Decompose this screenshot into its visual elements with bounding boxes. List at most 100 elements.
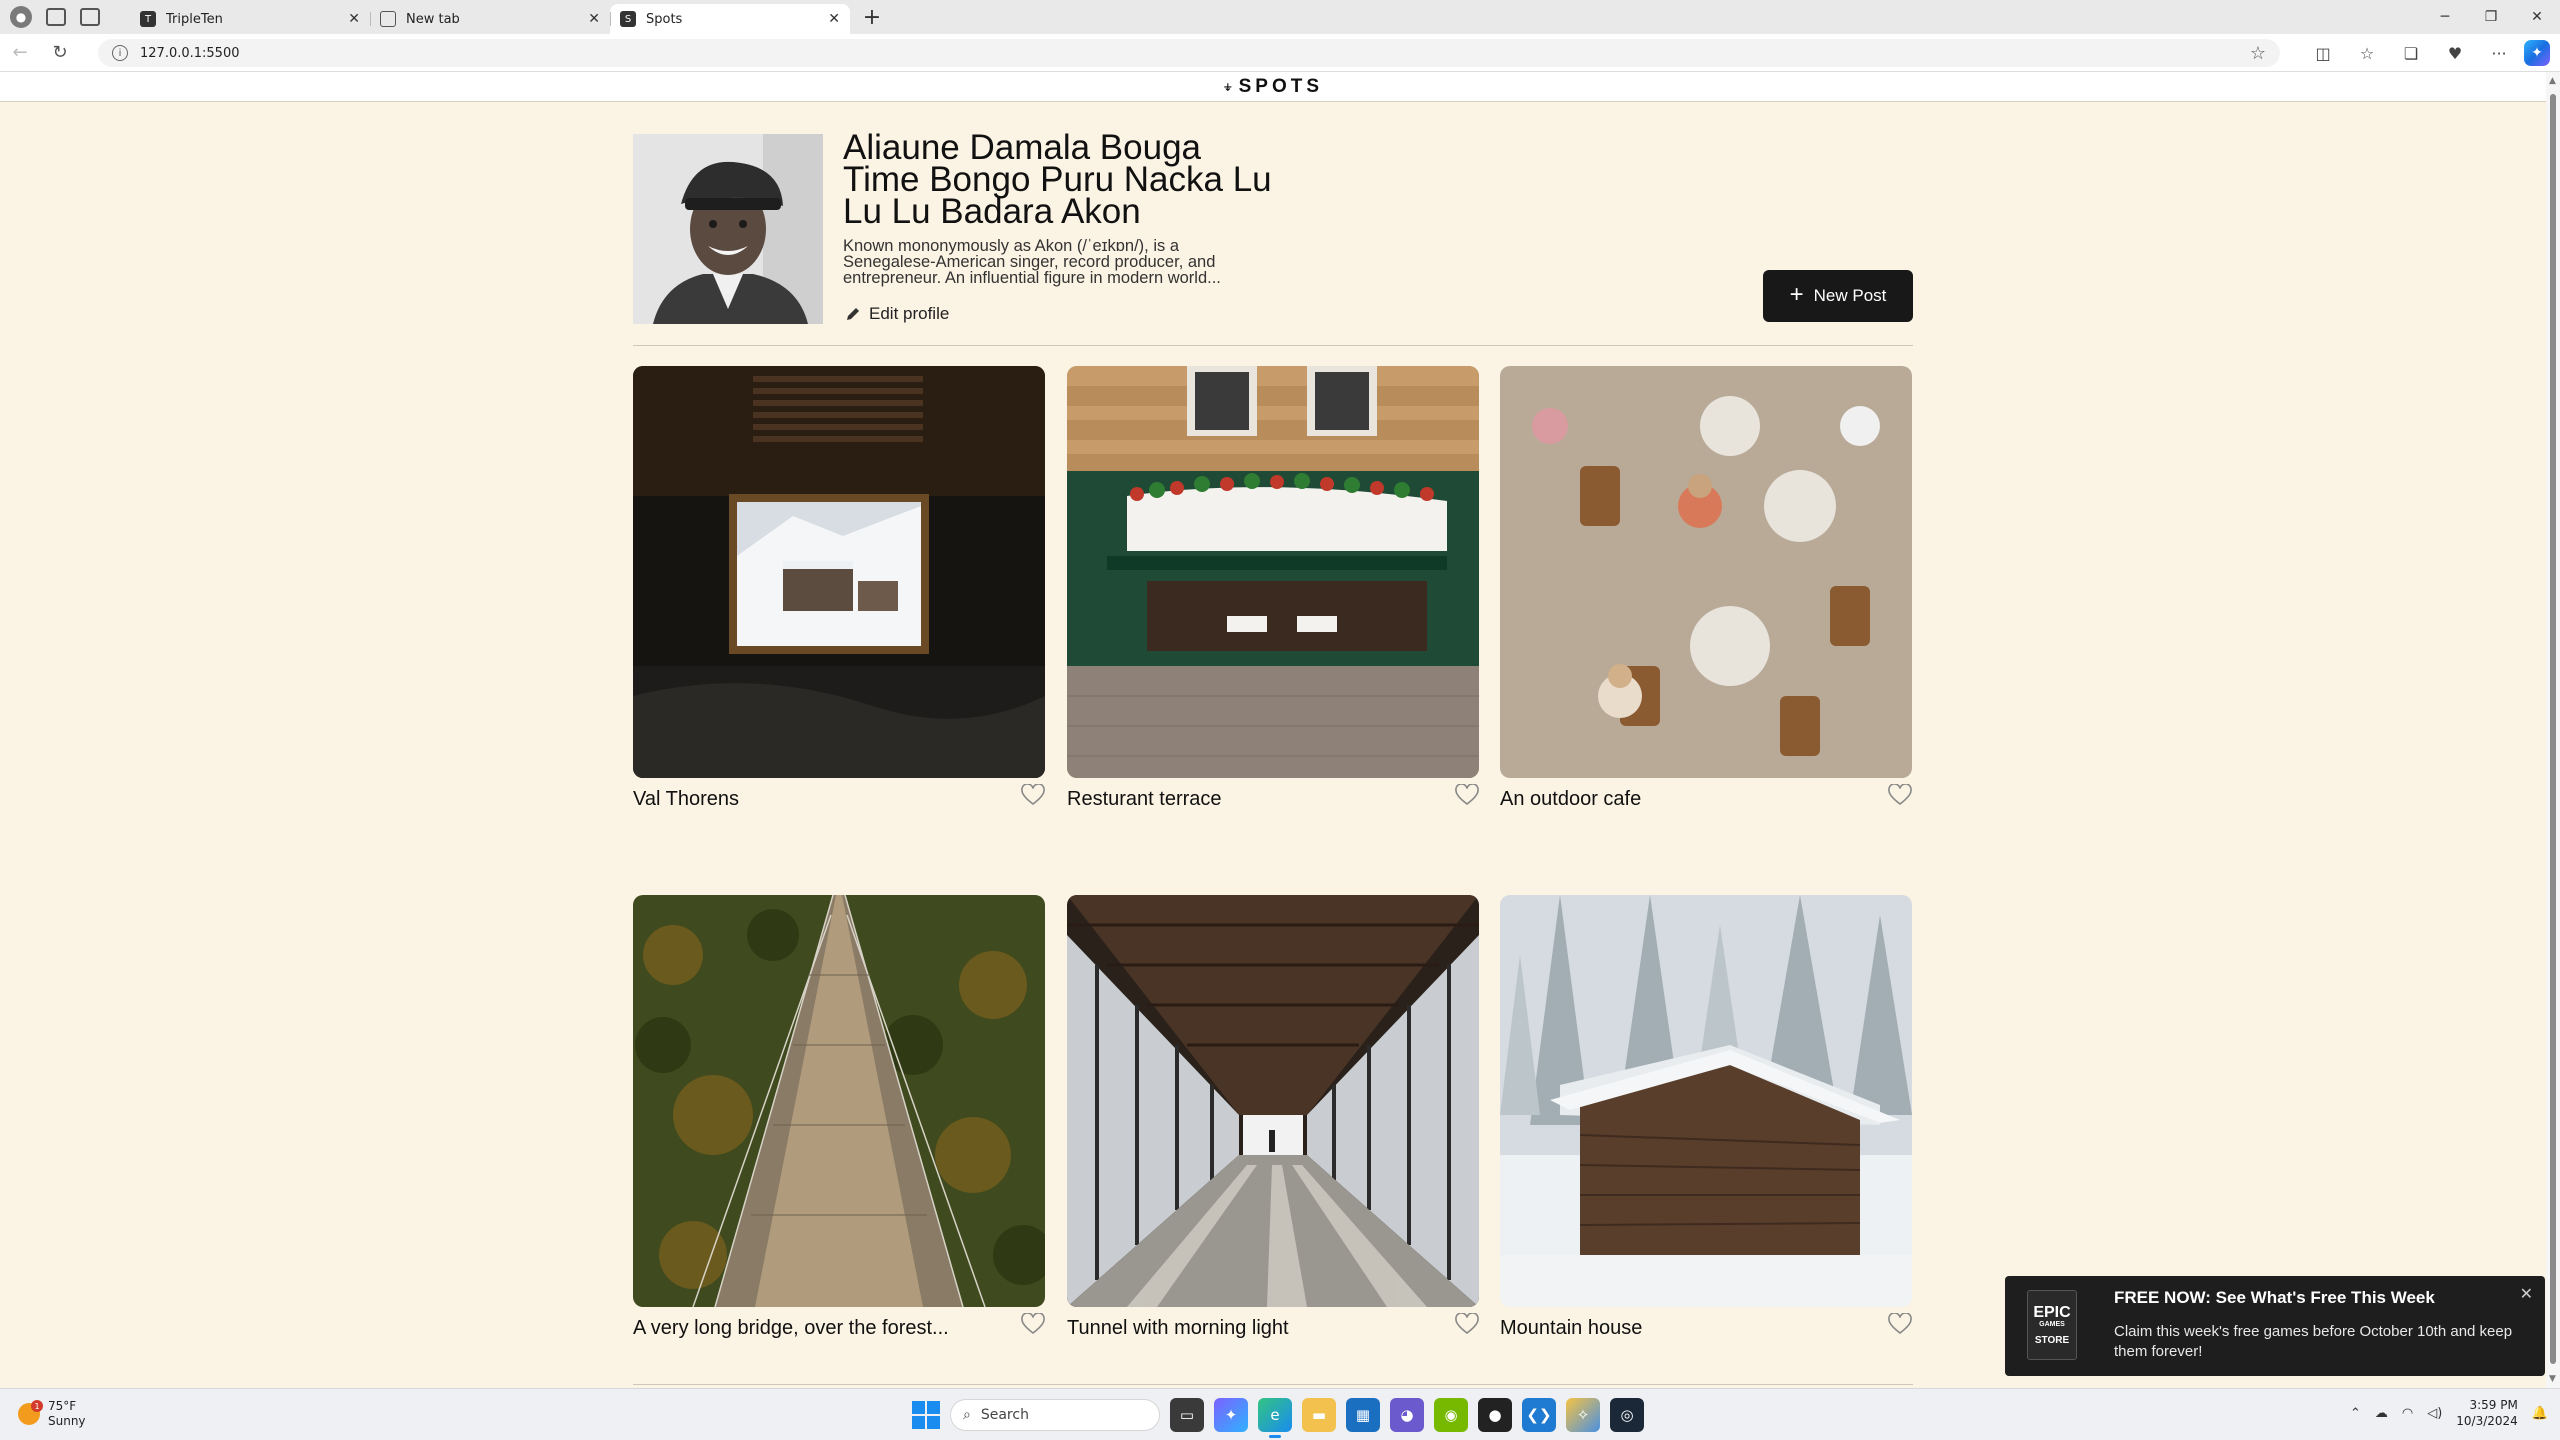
card: Tunnel with morning light [1067, 895, 1479, 1353]
collections-icon[interactable]: ❏ [2392, 38, 2430, 68]
pencil-icon [847, 308, 859, 320]
vscode-icon[interactable]: ❮❯ [1522, 1398, 1556, 1432]
spots-logo[interactable]: ⍖ SPOTS [1223, 76, 1323, 98]
notification-body: Claim this week's free games before Octo… [2114, 1323, 2513, 1360]
notification-close-icon[interactable]: ✕ [2520, 1284, 2533, 1303]
taskbar-search[interactable]: ⌕ Search [950, 1399, 1160, 1431]
copilot-icon[interactable]: ✦ [2524, 40, 2550, 66]
notifications-bell-icon[interactable]: 🔔 [2532, 1406, 2548, 1421]
scroll-up-icon[interactable]: ▲ [2549, 76, 2556, 86]
onedrive-icon[interactable]: ☁ [2375, 1406, 2388, 1421]
obs-icon[interactable]: ● [1478, 1398, 1512, 1432]
card-title: Tunnel with morning light [1067, 1317, 1289, 1339]
logo-glyph-icon: ⍖ [1222, 78, 1237, 96]
tab-title: TripleTen [166, 11, 223, 27]
edit-profile-label: Edit profile [869, 304, 950, 323]
split-screen-icon[interactable]: ◫ [2304, 38, 2342, 68]
like-heart-icon[interactable] [1021, 1313, 1045, 1335]
scroll-down-icon[interactable]: ▼ [2549, 1374, 2556, 1384]
tray-chevron-icon[interactable]: ⌃ [2350, 1406, 2361, 1421]
spots-favicon-icon: S [620, 11, 636, 27]
new-tab-button[interactable]: + [856, 3, 888, 31]
new-post-button[interactable]: + New Post [1763, 270, 1913, 322]
edge-browser-icon[interactable]: e [1258, 1398, 1292, 1438]
tab-spots[interactable]: S Spots ✕ [610, 4, 850, 34]
page-scrollbar[interactable]: ▲ ▼ [2546, 72, 2560, 1388]
profile-avatar [633, 134, 823, 324]
card: An outdoor cafe [1500, 366, 1912, 824]
file-explorer-icon[interactable]: ▬ [1302, 1398, 1336, 1432]
tab-actions-icon[interactable] [80, 8, 100, 26]
url-text[interactable]: 127.0.0.1:5500 [140, 46, 2250, 61]
clock[interactable]: 3:59 PM 10/3/2024 [2456, 1397, 2518, 1429]
tab-tripleten[interactable]: T TripleTen ✕ [130, 4, 370, 34]
site-info-icon[interactable]: i [112, 45, 128, 61]
system-tray: ⌃ ☁ ◠ ◁) 3:59 PM 10/3/2024 🔔 [2350, 1397, 2548, 1429]
epic-games-logo: EPIC GAMES STORE [2027, 1290, 2077, 1360]
address-bar[interactable]: i 127.0.0.1:5500 ☆ [98, 39, 2280, 67]
tab-close-icon[interactable]: ✕ [588, 11, 600, 27]
close-window-icon[interactable]: ✕ [2514, 0, 2560, 34]
taskbar-search-label: Search [980, 1407, 1029, 1423]
favorites-icon[interactable]: ☆ [2348, 38, 2386, 68]
volume-icon[interactable]: ◁) [2427, 1406, 2442, 1421]
tab-new-tab[interactable]: New tab ✕ [370, 4, 610, 34]
profile-name: Aliaune Damala Bouga Time Bongo Puru Nac… [843, 128, 1272, 231]
like-heart-icon[interactable] [1021, 784, 1045, 806]
back-arrow-icon[interactable]: ← [0, 34, 40, 72]
scrollbar-thumb[interactable] [2550, 94, 2556, 1364]
page-favicon-icon [380, 11, 396, 27]
browser-essentials-icon[interactable]: ♥ [2436, 38, 2474, 68]
reload-icon[interactable]: ↻ [40, 34, 80, 72]
tab-title: New tab [406, 11, 460, 27]
plus-icon: + [1789, 280, 1804, 308]
epic-logo-line2: GAMES [2039, 1320, 2065, 1328]
workspaces-icon[interactable] [46, 8, 66, 26]
favorite-star-icon[interactable]: ☆ [2250, 43, 2266, 64]
card-image[interactable] [1500, 895, 1912, 1307]
tabstrip-left-icons: ● [0, 6, 130, 28]
browser-tabstrip: ● T TripleTen ✕ New tab ✕ S Spots ✕ + ─ … [0, 0, 2560, 34]
card-image[interactable] [633, 366, 1045, 778]
card-title: Val Thorens [633, 788, 739, 810]
restore-icon[interactable]: ❐ [2468, 0, 2514, 34]
profile-icon[interactable]: ● [10, 6, 32, 28]
tab-close-icon[interactable]: ✕ [348, 11, 360, 27]
card-image[interactable] [1500, 366, 1912, 778]
like-heart-icon[interactable] [1455, 784, 1479, 806]
card-image[interactable] [1067, 366, 1479, 778]
profile-description: Known mononymously as Akon (/ˈeɪkɒn/), i… [843, 237, 1221, 287]
weather-badge: 1 [31, 1400, 43, 1412]
store-icon[interactable]: ▦ [1346, 1398, 1380, 1432]
minimize-icon[interactable]: ─ [2422, 0, 2468, 34]
discord-icon[interactable]: ◕ [1390, 1398, 1424, 1432]
wifi-icon[interactable]: ◠ [2402, 1406, 2413, 1421]
logo-text: SPOTS [1238, 75, 1323, 97]
like-heart-icon[interactable] [1888, 1313, 1912, 1335]
sun-icon: 1 [18, 1400, 43, 1425]
like-heart-icon[interactable] [1455, 1313, 1479, 1335]
more-menu-icon[interactable]: ··· [2480, 38, 2518, 68]
copilot-app-icon[interactable]: ✦ [1214, 1398, 1248, 1432]
start-button[interactable] [912, 1401, 940, 1429]
card-title: Mountain house [1500, 1317, 1643, 1339]
epic-logo-line3: STORE [2034, 1334, 2070, 1346]
gemini-icon[interactable]: ✧ [1566, 1398, 1600, 1432]
epic-games-notification[interactable]: EPIC GAMES STORE FREE NOW: See What's Fr… [2005, 1276, 2545, 1376]
weather-desc: Sunny [48, 1414, 86, 1428]
new-post-label: New Post [1813, 286, 1887, 305]
notification-title: FREE NOW: See What's Free This Week [2114, 1288, 2435, 1307]
task-view-icon[interactable]: ▭ [1170, 1398, 1204, 1432]
card-title: An outdoor cafe [1500, 788, 1642, 810]
window-controls: ─ ❐ ✕ [2422, 0, 2560, 34]
like-heart-icon[interactable] [1888, 784, 1912, 806]
card-image[interactable] [1067, 895, 1479, 1307]
footer-divider [633, 1384, 1913, 1385]
card-image[interactable] [633, 895, 1045, 1307]
weather-widget[interactable]: 1 75°F Sunny [18, 1399, 86, 1429]
epic-logo-line1: EPIC [2033, 1303, 2071, 1321]
edit-profile-button[interactable]: Edit profile [845, 304, 949, 324]
nvidia-icon[interactable]: ◉ [1434, 1398, 1468, 1432]
steam-icon[interactable]: ◎ [1610, 1398, 1644, 1432]
tab-close-icon[interactable]: ✕ [828, 11, 840, 27]
